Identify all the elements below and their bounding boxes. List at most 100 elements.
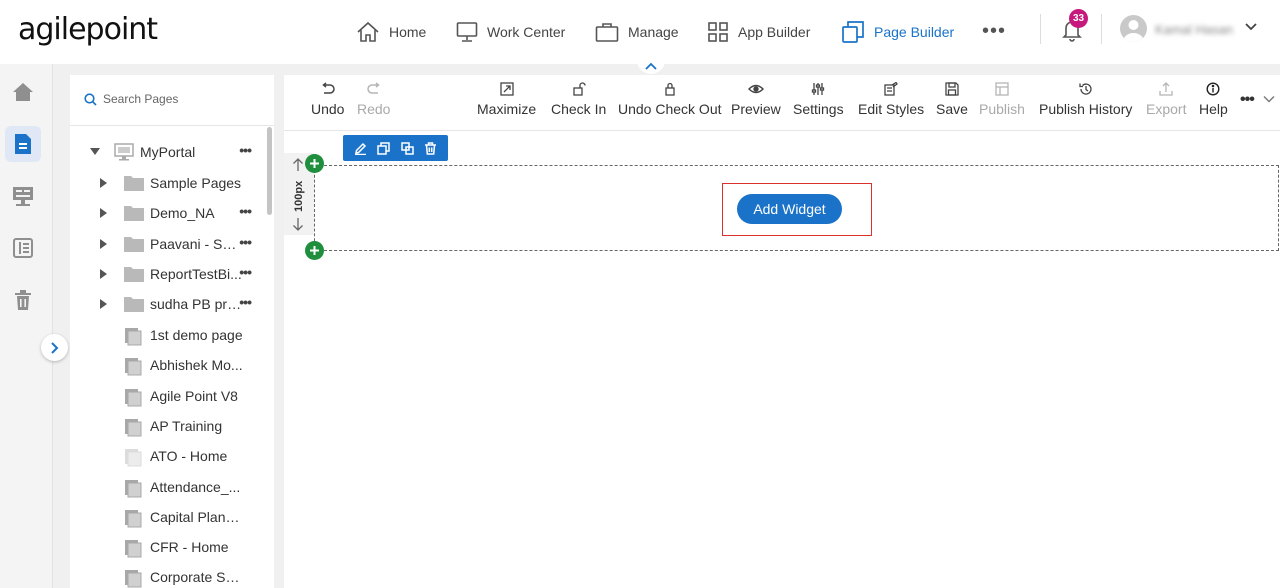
trash-icon xyxy=(12,289,34,311)
settings-button[interactable]: Settings xyxy=(793,80,844,126)
more-options-icon[interactable]: ••• xyxy=(239,234,252,250)
rail-trash-button[interactable] xyxy=(5,282,41,318)
folder-icon xyxy=(123,204,145,222)
tree-page[interactable]: Attendance_... xyxy=(70,473,265,501)
tree-folder[interactable]: ReportTestBi... ••• xyxy=(70,260,265,288)
caret-right-icon[interactable] xyxy=(100,268,107,279)
tree-root-myportal[interactable]: MyPortal ••• xyxy=(70,138,265,166)
folder-icon xyxy=(123,235,145,253)
tree-root-label: MyPortal xyxy=(140,144,196,160)
nav-app-builder-label: App Builder xyxy=(738,24,811,40)
row-toolbar xyxy=(343,135,448,161)
edit-styles-button[interactable]: Edit Styles xyxy=(858,80,924,126)
undo-label: Undo xyxy=(311,101,345,117)
publish-icon xyxy=(995,80,1009,101)
eye-icon xyxy=(747,80,764,101)
tree-page[interactable]: 1st demo page xyxy=(70,321,265,349)
undo-button[interactable]: Undo xyxy=(311,80,344,126)
page-icon xyxy=(123,387,143,407)
collapse-header-button[interactable] xyxy=(637,52,665,74)
caret-right-icon[interactable] xyxy=(100,238,107,249)
more-options-icon[interactable]: ••• xyxy=(239,203,252,219)
chevron-down-icon[interactable] xyxy=(1263,95,1275,103)
user-name[interactable]: Kamal Hasan xyxy=(1155,22,1233,37)
copy-icon[interactable] xyxy=(377,141,391,155)
undo-check-out-button[interactable]: Undo Check Out xyxy=(618,80,722,126)
save-button[interactable]: Save xyxy=(936,80,968,126)
maximize-button[interactable]: Maximize xyxy=(477,80,536,126)
tree-page-label: CFR - Home xyxy=(150,539,229,556)
tree-page[interactable]: AP Training xyxy=(70,412,265,440)
redo-button[interactable]: Redo xyxy=(357,80,390,126)
publish-history-button[interactable]: Publish History xyxy=(1039,80,1132,126)
nav-work-center-label: Work Center xyxy=(487,24,566,40)
page-icon xyxy=(123,538,143,558)
tree-folder-label: Demo_NA xyxy=(150,205,215,222)
rail-pages-button[interactable] xyxy=(5,126,41,162)
save-label: Save xyxy=(936,101,968,117)
add-row-below-button[interactable] xyxy=(305,241,324,260)
expand-panel-button[interactable] xyxy=(41,334,68,361)
preview-button[interactable]: Preview xyxy=(731,80,781,126)
lock-undo-icon xyxy=(663,80,677,101)
edit-icon[interactable] xyxy=(354,142,367,155)
tree-page[interactable]: CFR - Home xyxy=(70,533,265,561)
tree-page-label: Abhishek Mo... xyxy=(150,357,243,374)
tree-folder[interactable]: sudha PB pra... ••• xyxy=(70,290,265,318)
folder-icon xyxy=(123,265,145,283)
history-icon xyxy=(1079,80,1093,101)
nav-app-builder[interactable]: App Builder xyxy=(707,18,810,46)
tree-page[interactable]: Abhishek Mo... xyxy=(70,351,265,379)
more-nav-icon[interactable]: ••• xyxy=(982,20,1006,43)
caret-right-icon[interactable] xyxy=(100,178,107,188)
caret-right-icon[interactable] xyxy=(100,299,107,310)
nav-home[interactable]: Home xyxy=(356,18,426,46)
tree-scrollbar[interactable] xyxy=(267,127,272,215)
tree-folder[interactable]: Sample Pages xyxy=(70,169,265,197)
caret-down-icon[interactable] xyxy=(90,148,100,156)
user-avatar[interactable] xyxy=(1120,15,1147,42)
list-icon xyxy=(12,237,34,259)
page-icon xyxy=(123,417,143,437)
more-options-icon[interactable]: ••• xyxy=(239,264,252,280)
caret-right-icon[interactable] xyxy=(100,208,107,219)
more-options-icon[interactable]: ••• xyxy=(239,142,252,158)
chevron-down-icon[interactable] xyxy=(1244,22,1258,32)
export-button[interactable]: Export xyxy=(1146,80,1186,126)
tree-page[interactable]: Agile Point V8 xyxy=(70,382,265,410)
tree-folder[interactable]: Demo_NA ••• xyxy=(70,199,265,227)
edit-styles-label: Edit Styles xyxy=(858,101,925,117)
check-in-button[interactable]: Check In xyxy=(551,80,606,126)
more-options-icon[interactable]: ••• xyxy=(1240,91,1255,109)
add-widget-button[interactable]: Add Widget xyxy=(737,194,842,224)
tree-page[interactable]: Corporate Saf... xyxy=(70,563,265,588)
add-row-above-button[interactable] xyxy=(305,154,324,173)
help-button[interactable]: Help xyxy=(1199,80,1228,126)
publish-label: Publish xyxy=(979,101,1025,117)
nav-manage[interactable]: Manage xyxy=(595,18,679,46)
page-icon xyxy=(123,478,143,498)
agilepoint-logo[interactable]: agilepoint xyxy=(18,12,158,47)
page-builder-toolbar: Undo Redo Maximize Check In Undo Check O… xyxy=(284,75,1280,131)
help-label: Help xyxy=(1199,101,1228,117)
tree-folder[interactable]: Paavani - SMS ••• xyxy=(70,230,265,258)
rail-list-button[interactable] xyxy=(5,230,41,266)
delete-icon[interactable] xyxy=(424,141,437,155)
chevron-right-icon xyxy=(50,341,60,355)
tree-page-label: Corporate Saf... xyxy=(150,569,243,586)
rail-forms-button[interactable] xyxy=(5,178,41,214)
publish-button[interactable]: Publish xyxy=(979,80,1025,126)
rail-home-button[interactable] xyxy=(5,74,41,110)
nav-page-builder-label: Page Builder xyxy=(874,24,955,40)
tree-folder-label: sudha PB pra... xyxy=(150,296,243,313)
nav-work-center[interactable]: Work Center xyxy=(456,18,565,46)
export-label: Export xyxy=(1146,101,1187,117)
search-pages-input[interactable] xyxy=(103,92,263,106)
tree-page[interactable]: ATO - Home xyxy=(70,442,265,470)
tree-folder-label: Paavani - SMS xyxy=(150,235,243,252)
duplicate-icon[interactable] xyxy=(400,141,414,155)
tree-page[interactable]: Capital Planni... xyxy=(70,503,265,531)
more-options-icon[interactable]: ••• xyxy=(239,294,252,310)
tree-page-label: Attendance_... xyxy=(150,478,241,495)
nav-page-builder[interactable]: Page Builder xyxy=(841,18,954,46)
